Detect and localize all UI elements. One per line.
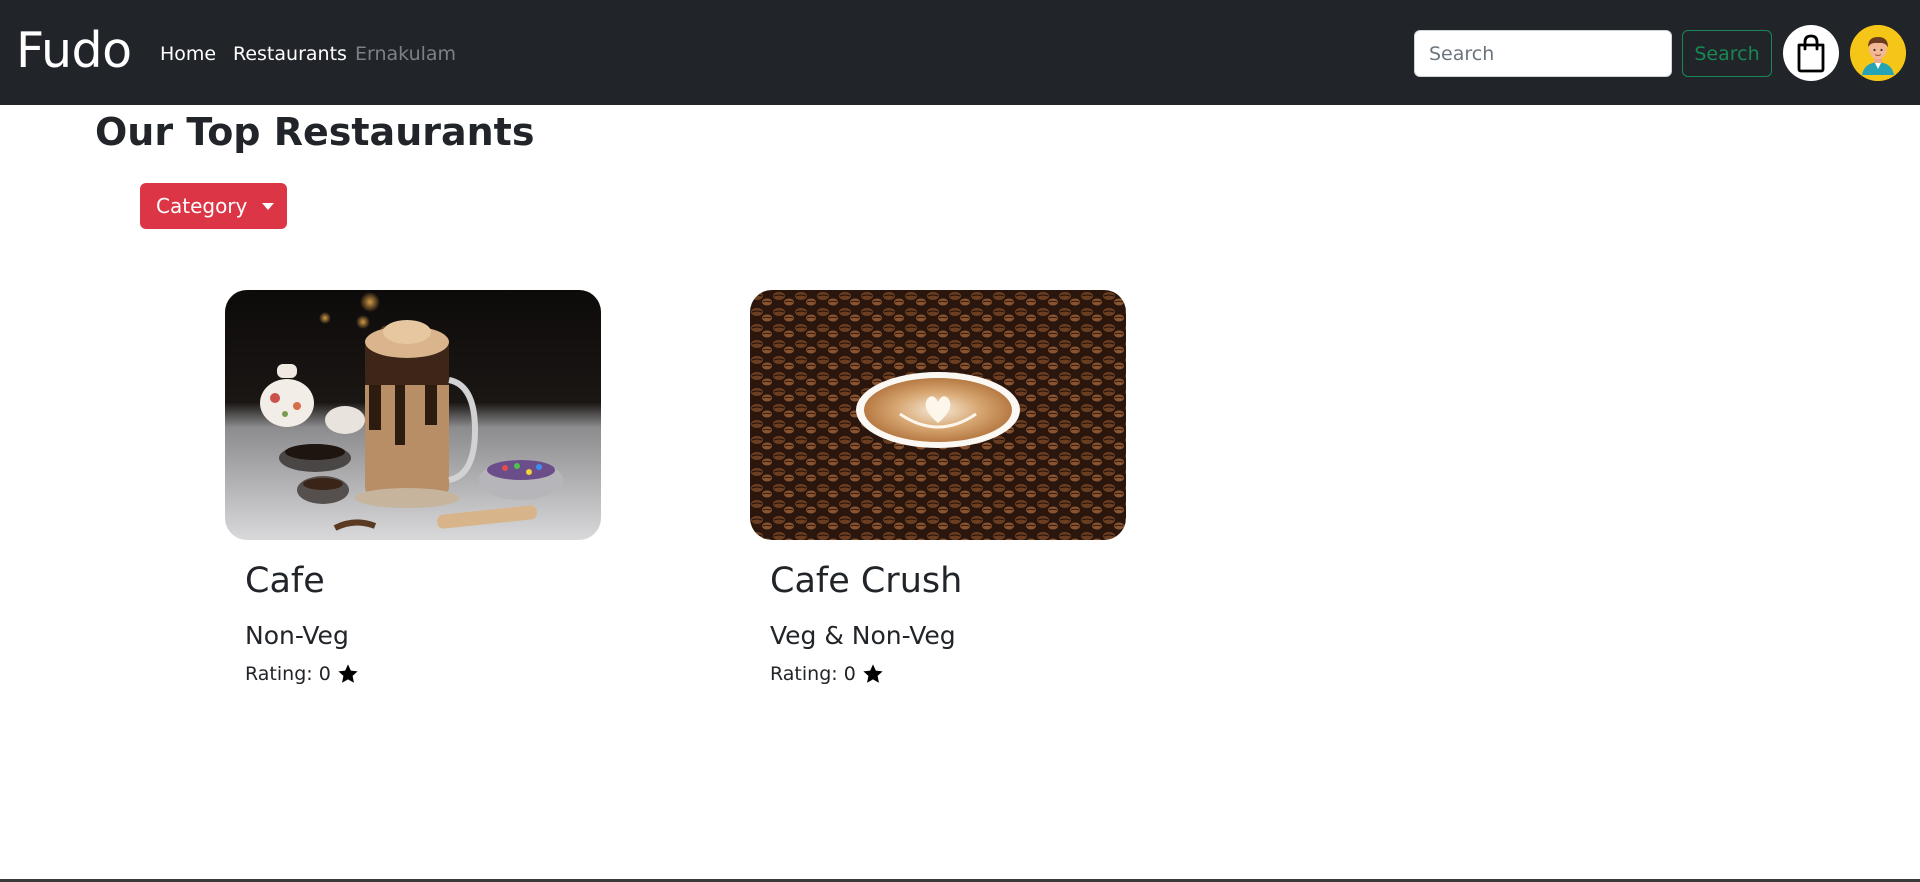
nav-restaurants-link[interactable]: Restaurants [233,42,347,66]
category-button-label: Category [156,194,248,218]
rating-label: Rating: 0 [245,663,331,685]
restaurant-image[interactable] [750,290,1126,540]
latte-coffee-beans-image [750,290,1126,540]
search-button[interactable]: Search [1682,30,1772,77]
cart-button[interactable] [1783,25,1839,81]
milkshake-dessert-image [225,290,601,540]
restaurant-rating: Rating: 0 [770,662,884,686]
top-navbar: Fudo Home Restaurants Ernakulam Search [0,0,1920,105]
category-dropdown-button[interactable]: Category [140,183,287,229]
restaurant-type: Veg & Non-Veg [770,621,956,650]
shopping-bag-icon [1797,34,1825,73]
star-icon [863,664,883,683]
caret-down-icon [262,203,274,210]
nav-home-link[interactable]: Home [160,42,216,66]
restaurant-card[interactable]: Cafe Non-Veg Rating: 0 [225,290,601,685]
restaurant-card[interactable]: Cafe Crush Veg & Non-Veg Rating: 0 [750,290,1126,685]
star-icon [338,664,358,683]
user-avatar[interactable] [1850,25,1906,81]
user-avatar-icon [1850,25,1906,81]
restaurant-rating: Rating: 0 [245,662,359,686]
rating-label: Rating: 0 [770,663,856,685]
search-input[interactable] [1414,30,1672,77]
restaurant-type: Non-Veg [245,621,349,650]
brand-logo[interactable]: Fudo [16,20,132,82]
restaurant-image[interactable] [225,290,601,540]
restaurant-name[interactable]: Cafe [245,560,325,602]
nav-location-link[interactable]: Ernakulam [355,42,456,66]
page-title: Our Top Restaurants [95,110,535,154]
restaurant-name[interactable]: Cafe Crush [770,560,962,602]
